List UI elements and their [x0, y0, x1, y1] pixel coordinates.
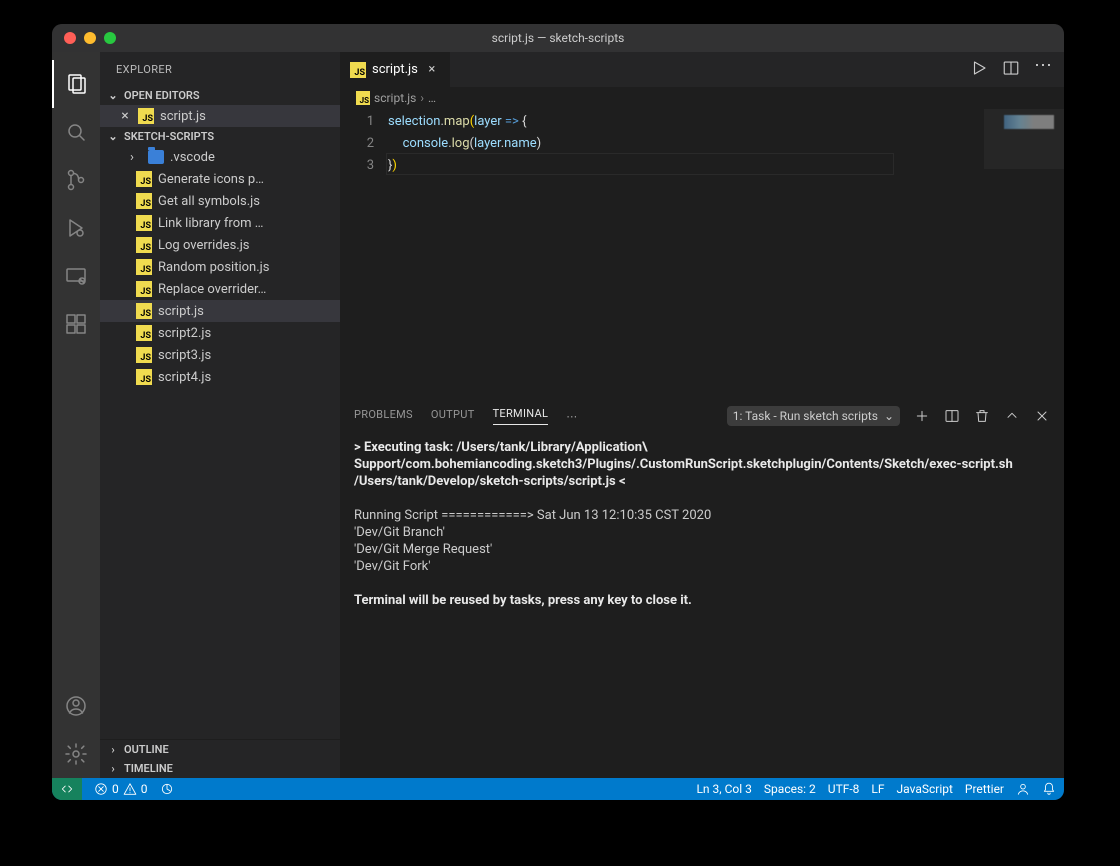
- file-item[interactable]: JSGet all symbols.js: [100, 190, 340, 212]
- split-terminal-icon[interactable]: [944, 408, 960, 424]
- open-editor-label: script.js: [160, 109, 206, 124]
- file-item[interactable]: JSLog overrides.js: [100, 234, 340, 256]
- folder-label: .vscode: [170, 150, 215, 165]
- status-encoding[interactable]: UTF-8: [828, 782, 860, 796]
- status-eol[interactable]: LF: [871, 782, 884, 796]
- code-editor[interactable]: selection.map(layer => { console.log(lay…: [388, 109, 984, 398]
- js-file-icon: JS: [136, 193, 152, 209]
- chevron-right-icon: ›: [420, 91, 424, 105]
- kill-terminal-icon[interactable]: [974, 408, 990, 424]
- workspace-label: SKETCH-SCRIPTS: [124, 130, 214, 143]
- chevron-right-icon: ›: [106, 762, 120, 775]
- terminal-body[interactable]: > Executing task: /Users/tank/Library/Ap…: [340, 433, 1064, 778]
- chevron-down-icon: ⌄: [106, 89, 120, 102]
- file-item[interactable]: JSscript3.js: [100, 344, 340, 366]
- file-item[interactable]: JSReplace overrider…: [100, 278, 340, 300]
- open-editor-item[interactable]: × JS script.js: [100, 105, 340, 127]
- chevron-right-icon: ›: [130, 150, 142, 165]
- close-icon[interactable]: ×: [424, 62, 440, 78]
- minimap[interactable]: [984, 109, 1064, 398]
- window-title: script.js — sketch-scripts: [52, 31, 1064, 45]
- status-live-share[interactable]: [160, 782, 174, 796]
- minimap-viewport[interactable]: [984, 109, 1064, 169]
- close-panel-icon[interactable]: [1034, 408, 1050, 424]
- file-item[interactable]: JSRandom position.js: [100, 256, 340, 278]
- status-problems[interactable]: 0 0: [94, 782, 148, 796]
- js-file-icon: JS: [136, 303, 152, 319]
- status-cursor-position[interactable]: Ln 3, Col 3: [696, 782, 751, 796]
- chevron-right-icon: ›: [106, 743, 120, 756]
- tab-scriptjs[interactable]: JS script.js ×: [340, 52, 451, 87]
- activity-search[interactable]: [52, 108, 100, 156]
- folder-item-vscode[interactable]: › .vscode: [100, 146, 340, 168]
- file-item[interactable]: JSLink library from …: [100, 212, 340, 234]
- activity-accounts[interactable]: [52, 682, 100, 730]
- panel-tab-problems[interactable]: PROBLEMS: [354, 408, 413, 425]
- breadcrumb[interactable]: JS script.js › …: [340, 87, 1064, 109]
- close-icon[interactable]: ×: [118, 108, 132, 124]
- run-icon[interactable]: [970, 59, 988, 81]
- more-actions-icon[interactable]: ⋯: [1034, 61, 1052, 79]
- js-file-icon: JS: [136, 237, 152, 253]
- js-file-icon: JS: [136, 215, 152, 231]
- breadcrumb-more[interactable]: …: [428, 91, 436, 105]
- chevron-down-icon: ⌄: [106, 130, 120, 143]
- open-editors-label: OPEN EDITORS: [124, 89, 200, 102]
- line-number-gutter: 1 2 3: [340, 109, 388, 398]
- js-file-icon: JS: [350, 62, 366, 78]
- js-file-icon: JS: [136, 171, 152, 187]
- timeline-label: TIMELINE: [124, 762, 173, 775]
- terminal-selector[interactable]: 1: Task - Run sketch scripts ⌄: [727, 406, 900, 426]
- new-terminal-icon[interactable]: [914, 408, 930, 424]
- sidebar-title: EXPLORER: [100, 52, 340, 86]
- timeline-header[interactable]: › TIMELINE: [100, 759, 340, 778]
- js-file-icon: JS: [138, 108, 154, 124]
- activity-settings[interactable]: [52, 730, 100, 778]
- js-file-icon: JS: [136, 259, 152, 275]
- activity-extensions[interactable]: [52, 300, 100, 348]
- activity-explorer[interactable]: [52, 60, 100, 108]
- status-formatter[interactable]: Prettier: [965, 782, 1004, 796]
- file-item-active[interactable]: JSscript.js: [100, 300, 340, 322]
- workspace-header[interactable]: ⌄ SKETCH-SCRIPTS: [100, 127, 340, 146]
- remote-indicator[interactable]: [52, 778, 82, 800]
- maximize-panel-icon[interactable]: [1004, 408, 1020, 424]
- active-line-highlight: [386, 153, 894, 175]
- status-notifications-icon[interactable]: [1042, 782, 1056, 796]
- activity-source-control[interactable]: [52, 156, 100, 204]
- chevron-down-icon: ⌄: [884, 409, 894, 423]
- panel-tab-output[interactable]: OUTPUT: [431, 408, 475, 425]
- file-item[interactable]: JSscript4.js: [100, 366, 340, 388]
- status-indent[interactable]: Spaces: 2: [764, 782, 816, 796]
- folder-icon: [148, 150, 164, 164]
- activity-run-debug[interactable]: [52, 204, 100, 252]
- status-language[interactable]: JavaScript: [897, 782, 953, 796]
- outline-header[interactable]: › OUTLINE: [100, 740, 340, 759]
- js-file-icon: JS: [136, 281, 152, 297]
- js-file-icon: JS: [356, 91, 370, 105]
- js-file-icon: JS: [136, 347, 152, 363]
- file-item[interactable]: JSGenerate icons p…: [100, 168, 340, 190]
- js-file-icon: JS: [136, 325, 152, 341]
- open-editors-header[interactable]: ⌄ OPEN EDITORS: [100, 86, 340, 105]
- file-item[interactable]: JSscript2.js: [100, 322, 340, 344]
- titlebar[interactable]: script.js — sketch-scripts: [52, 24, 1064, 52]
- activity-remote-explorer[interactable]: [52, 252, 100, 300]
- js-file-icon: JS: [136, 369, 152, 385]
- outline-label: OUTLINE: [124, 743, 169, 756]
- split-editor-icon[interactable]: [1002, 59, 1020, 81]
- status-feedback-icon[interactable]: [1016, 782, 1030, 796]
- panel-tab-terminal[interactable]: TERMINAL: [493, 407, 549, 425]
- tab-label: script.js: [372, 62, 418, 77]
- breadcrumb-file[interactable]: script.js: [374, 91, 416, 105]
- panel-more-icon[interactable]: ⋯: [566, 410, 577, 423]
